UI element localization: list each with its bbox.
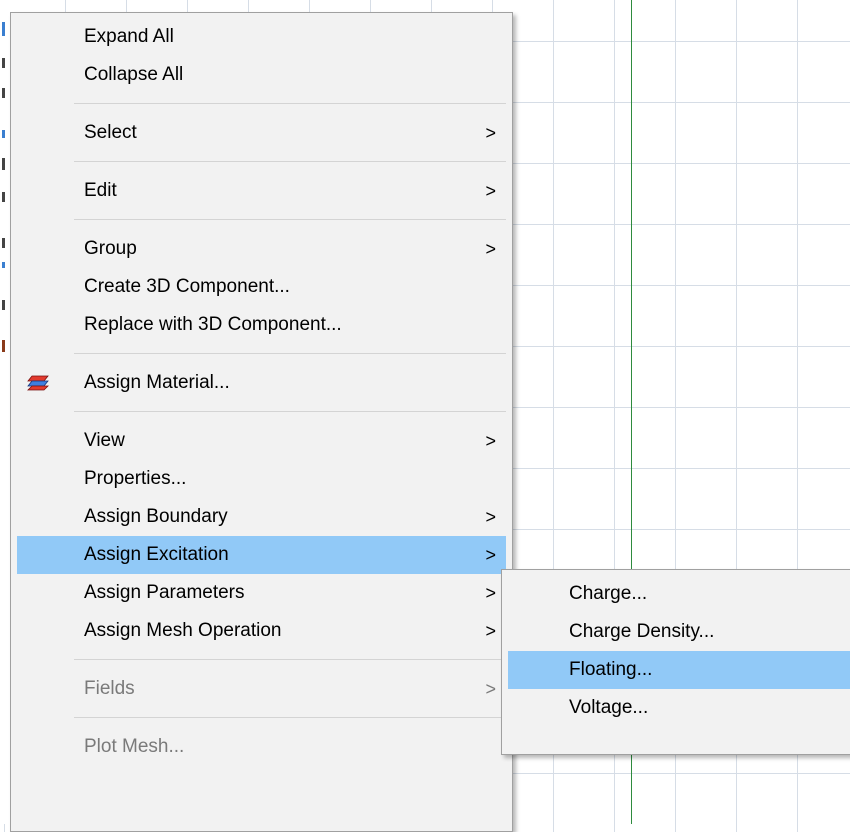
menu-item-label: Edit [84,180,117,201]
menu-separator [74,659,506,660]
menu-item-label: Assign Mesh Operation [84,620,282,641]
submenu-item-label: Voltage... [569,697,649,718]
submenu-item-label: Floating... [569,659,653,680]
menu-item-label: Plot Mesh... [84,736,185,757]
menu-item-label: Properties... [84,468,187,489]
menu-item-label: Assign Boundary [84,506,228,527]
menu-item-view[interactable]: View > [17,422,506,460]
menu-item-assign-mesh-operation[interactable]: Assign Mesh Operation > [17,612,506,650]
menu-item-label: Collapse All [84,64,184,85]
menu-separator [74,161,506,162]
menu-item-fields: Fields > [17,670,506,708]
menu-item-collapse-all[interactable]: Collapse All [17,56,506,94]
submenu-arrow-icon: > [485,545,496,565]
menu-item-assign-excitation[interactable]: Assign Excitation > [17,536,506,574]
menu-item-label: Create 3D Component... [84,276,290,297]
menu-item-plot-mesh: Plot Mesh... [17,728,506,766]
submenu-item-charge-density[interactable]: Charge Density... [508,613,850,651]
menu-item-label: Expand All [84,26,174,47]
menu-item-properties[interactable]: Properties... [17,460,506,498]
menu-item-label: View [84,430,125,451]
menu-item-assign-material[interactable]: Assign Material... [17,364,506,402]
menu-item-assign-boundary[interactable]: Assign Boundary > [17,498,506,536]
menu-item-create-3d-component[interactable]: Create 3D Component... [17,268,506,306]
submenu-arrow-icon: > [485,583,496,603]
submenu-item-label: Charge... [569,583,648,604]
menu-separator [74,353,506,354]
menu-item-group[interactable]: Group > [17,230,506,268]
menu-separator [74,717,506,718]
left-panel-edge [0,0,10,824]
menu-item-label: Assign Parameters [84,582,245,603]
submenu-arrow-icon: > [485,123,496,143]
submenu-item-charge[interactable]: Charge... [508,575,850,613]
submenu-arrow-icon: > [485,431,496,451]
menu-item-label: Select [84,122,137,143]
submenu-arrow-icon: > [485,507,496,527]
material-icon [27,375,49,391]
menu-item-assign-parameters[interactable]: Assign Parameters > [17,574,506,612]
submenu-arrow-icon: > [485,679,496,699]
excitation-submenu: Charge... Charge Density... Floating... … [501,569,850,755]
menu-item-label: Replace with 3D Component... [84,314,342,335]
submenu-arrow-icon: > [485,621,496,641]
context-menu: Expand All Collapse All Select > Edit > … [10,12,513,832]
menu-separator [74,103,506,104]
menu-item-label: Fields [84,678,135,699]
submenu-item-voltage[interactable]: Voltage... [508,689,850,727]
submenu-item-floating[interactable]: Floating... [508,651,850,689]
submenu-item-label: Charge Density... [569,621,715,642]
menu-separator [74,411,506,412]
menu-item-label: Assign Excitation [84,544,229,565]
menu-item-edit[interactable]: Edit > [17,172,506,210]
submenu-arrow-icon: > [485,239,496,259]
submenu-arrow-icon: > [485,181,496,201]
menu-item-label: Assign Material... [84,372,230,393]
menu-item-select[interactable]: Select > [17,114,506,152]
menu-item-expand-all[interactable]: Expand All [17,18,506,56]
menu-separator [74,219,506,220]
menu-item-label: Group [84,238,137,259]
menu-item-replace-with-3d-component[interactable]: Replace with 3D Component... [17,306,506,344]
